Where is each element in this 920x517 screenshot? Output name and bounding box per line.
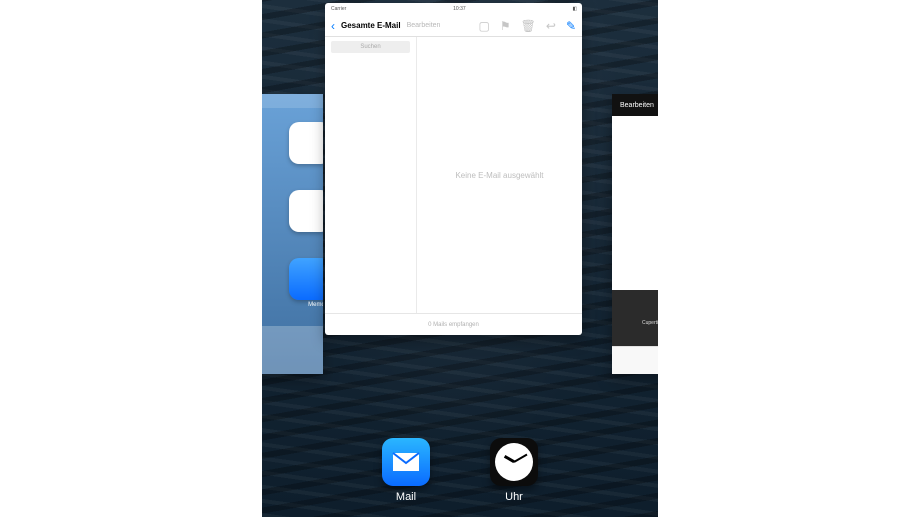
mail-edit-button[interactable]: Bearbeiten	[407, 22, 441, 29]
clock-icon	[490, 438, 538, 486]
dock-label: Mail	[378, 491, 434, 503]
mail-icon	[382, 438, 430, 486]
switcher-dock: Mail Uhr	[262, 438, 658, 503]
status-time: 10:37	[453, 6, 466, 12]
clock-tab-bar	[612, 346, 658, 374]
clock-edit-button[interactable]: Bearbeiten	[620, 102, 654, 109]
trash-icon[interactable]: 🗑	[521, 19, 536, 33]
world-clock-list: Cupertino Heute, eine Std. davor Peking Heu…	[612, 116, 658, 290]
map-label: Cupertino	[642, 320, 658, 326]
world-clock-item[interactable]: Peking Heute, eine Std. vor	[612, 203, 658, 290]
mail-title: Gesamte E-Mail	[341, 21, 401, 30]
clock-subtitle: Heute, eine Std. davor	[612, 189, 658, 195]
folder-icon[interactable]: ▢	[479, 19, 490, 33]
battery-icon: ▮▯	[572, 6, 576, 12]
home-dock	[262, 326, 323, 374]
mail-sidebar: Suchen	[325, 37, 417, 313]
dock-app-mail[interactable]: Mail	[378, 438, 434, 503]
mail-empty-state: Keine E-Mail ausgewählt	[417, 37, 582, 313]
dock-app-clock[interactable]: Uhr	[486, 438, 542, 503]
clock-city: Peking	[612, 267, 658, 274]
compose-icon[interactable]: ✎	[566, 19, 576, 33]
home-app-icon[interactable]	[289, 258, 323, 300]
status-bar: Carrier 10:37 ▮▯	[325, 3, 582, 15]
world-map: Cupertino New York	[612, 290, 658, 346]
switcher-card-clock[interactable]: Bearbeiten Cupertino Heute, eine Std. dav…	[612, 94, 658, 374]
mail-nav-bar: ‹ Gesamte E-Mail Bearbeiten ▢ ⚑ 🗑 ↩ ✎	[325, 15, 582, 37]
reply-icon[interactable]: ↩	[546, 19, 556, 33]
back-icon[interactable]: ‹	[331, 19, 335, 33]
mail-footer: 0 Mails empfangen	[325, 313, 582, 335]
clock-subtitle: Heute, eine Std. vor	[612, 276, 658, 282]
search-input[interactable]: Suchen	[331, 41, 410, 53]
home-app-icon[interactable]	[289, 190, 323, 232]
dock-label: Uhr	[486, 491, 542, 503]
world-clock-item[interactable]: Cupertino Heute, eine Std. davor	[612, 116, 658, 203]
switcher-card-home[interactable]: KartenKontakteiTunes StoreMemory	[262, 94, 323, 374]
status-carrier: Carrier	[331, 6, 346, 12]
home-icon-grid: KartenKontakteiTunes StoreMemory	[262, 108, 323, 314]
switcher-card-mail[interactable]: Carrier 10:37 ▮▯ ‹ Gesamte E-Mail Bearbe…	[325, 3, 582, 335]
ipad-screen: KartenKontakteiTunes StoreMemory Carrier…	[262, 0, 658, 517]
flag-icon[interactable]: ⚑	[500, 19, 511, 33]
clock-city: Cupertino	[612, 180, 658, 187]
home-app-icon[interactable]	[289, 122, 323, 164]
home-app-label: Memory	[289, 302, 323, 308]
